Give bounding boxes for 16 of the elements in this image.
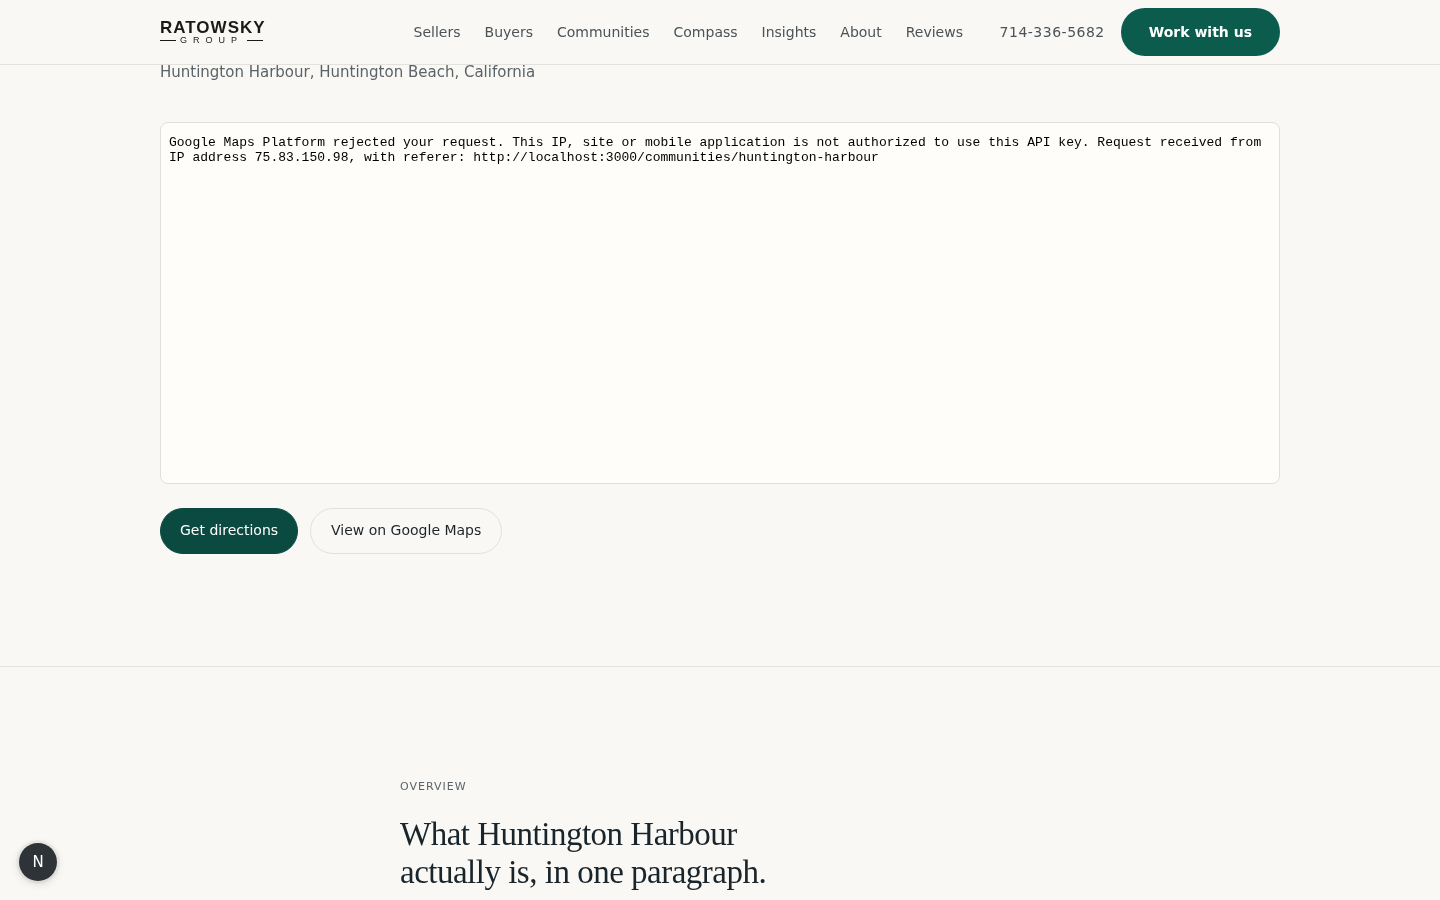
section-heading: What Huntington Harbour actually is, in one paragraph. — [400, 815, 768, 891]
nav-link[interactable]: Insights — [761, 21, 817, 43]
nav-link[interactable]: Buyers — [484, 21, 533, 43]
dev-tools-button[interactable]: N — [19, 843, 57, 881]
nav-link[interactable]: Sellers — [413, 21, 461, 43]
directions-button[interactable]: Get directions — [160, 507, 299, 554]
section-eyebrow: OVERVIEW — [400, 778, 468, 795]
nav-link[interactable]: Communities — [557, 21, 650, 43]
location-text: Huntington Harbour, Huntington Beach, California — [160, 62, 537, 83]
company-logo[interactable]: RATOWSKY GROUP — [160, 19, 266, 45]
nav-link[interactable]: Reviews — [905, 21, 963, 43]
work-with-us-button[interactable]: Work with us — [1120, 8, 1280, 56]
phone-number[interactable]: 714-336-5682 — [999, 21, 1105, 43]
nav-link[interactable]: Compass — [673, 21, 738, 43]
map-error-message: Google Maps Platform rejected your request. This IP, site or mobile application is not authorized to use this API key. Request received from IP address 75.83.150.98, with referer: http://localhost:3000/communities/huntington-harbour — [169, 134, 1263, 165]
nav-link[interactable]: About — [840, 21, 882, 43]
